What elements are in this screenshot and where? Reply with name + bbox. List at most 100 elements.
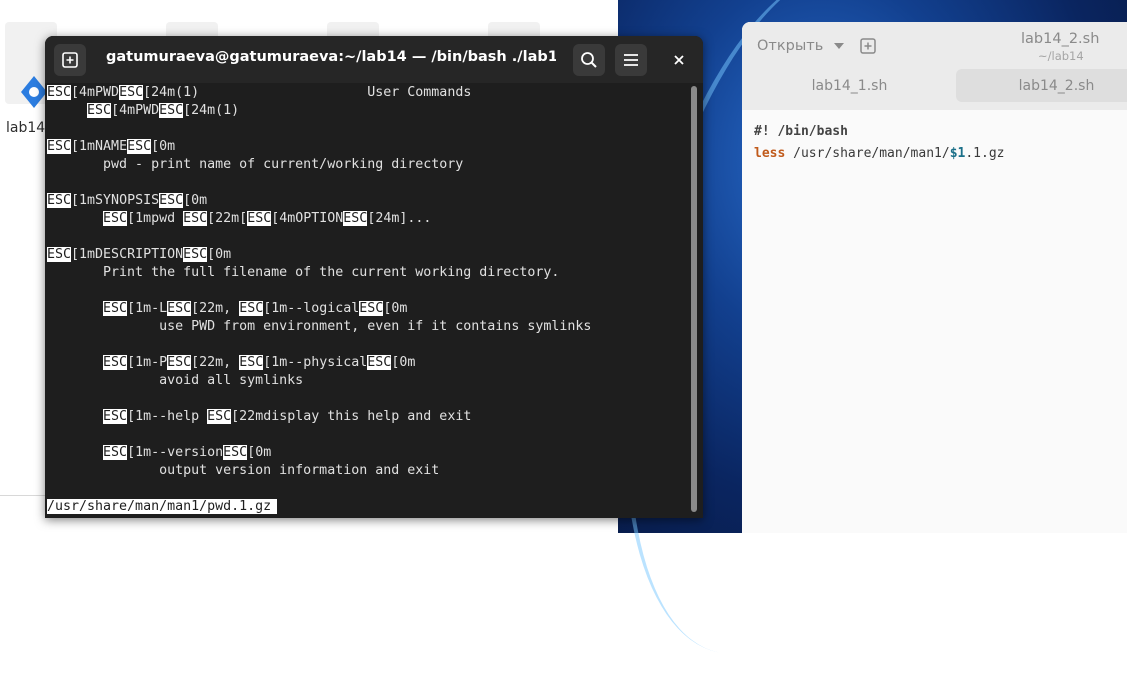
esc-marker: ESC <box>47 247 72 262</box>
chevron-down-icon <box>833 43 844 49</box>
document-path: ~/lab14 <box>1038 49 1084 63</box>
search-button[interactable] <box>573 44 605 76</box>
terminal-line: ESC[1m--help ESC[22mdisplay this help an… <box>47 408 471 426</box>
editor-header: Открыть lab14_2.sh ~/lab14 lab14_1.sh la… <box>742 22 1127 110</box>
terminal-text: [22m, <box>191 301 240 316</box>
terminal-text: [24m(1) User Commands <box>143 85 472 100</box>
terminal-text: [0m <box>151 139 176 154</box>
terminal-text: Print the full filename of the current w… <box>47 265 560 280</box>
terminal-text: [22mdisplay this help and exit <box>231 409 472 424</box>
esc-marker: ESC <box>159 103 184 118</box>
code-line-1: #! /bin/bash <box>754 124 848 139</box>
code-line-2: less /usr/share/man/man1/$1.1.gz <box>754 146 1005 161</box>
terminal-text: use PWD from environment, even if it con… <box>47 319 592 334</box>
terminal-text: [0m <box>183 193 208 208</box>
open-button[interactable]: Открыть <box>757 38 844 54</box>
esc-marker: ESC <box>343 211 368 226</box>
esc-marker: ESC <box>183 211 208 226</box>
terminal-line: ESC[1mDESCRIPTIONESC[0m <box>47 246 231 264</box>
esc-marker: ESC <box>47 139 72 154</box>
close-button[interactable] <box>663 44 695 76</box>
close-icon <box>674 55 684 65</box>
esc-marker: ESC <box>103 301 128 316</box>
terminal-line: ESC[1mNAMEESC[0m <box>47 138 175 156</box>
esc-marker: ESC <box>119 85 144 100</box>
terminal-line: pwd - print name of current/working dire… <box>47 156 463 174</box>
esc-marker: ESC <box>47 85 72 100</box>
esc-marker: ESC <box>103 409 128 424</box>
tab-label: lab14_2.sh <box>1018 77 1095 94</box>
tab-label: lab14_1.sh <box>811 77 888 94</box>
terminal-line: avoid all symlinks <box>47 372 303 390</box>
terminal-text: [1mNAME <box>71 139 128 154</box>
terminal-line: ESC[1mSYNOPSISESC[0m <box>47 192 207 210</box>
terminal-text: [0m <box>207 247 232 262</box>
new-tab-icon <box>62 52 78 68</box>
terminal-text: [1m--version <box>127 445 224 460</box>
esc-marker: ESC <box>183 247 208 262</box>
terminal-text: [1m--physical <box>263 355 368 370</box>
terminal-line: ESC[4mPWDESC[24m(1) User Commands <box>47 84 471 102</box>
terminal-text: [24m]... <box>367 211 432 226</box>
terminal-text: [4mPWD <box>111 103 160 118</box>
terminal-window: gatumuraeva@gatumuraeva:~/lab14 — /bin/b… <box>45 36 703 518</box>
terminal-line: Print the full filename of the current w… <box>47 264 559 282</box>
terminal-text: pwd - print name of current/working dire… <box>47 157 464 172</box>
terminal-scrollbar[interactable] <box>691 86 697 512</box>
search-icon <box>581 52 597 68</box>
terminal-title: gatumuraeva@gatumuraeva:~/lab14 — /bin/b… <box>106 49 556 65</box>
menu-button[interactable] <box>615 44 647 76</box>
open-button-label: Открыть <box>757 38 824 54</box>
new-document-button[interactable] <box>860 38 876 58</box>
hamburger-menu-icon <box>624 54 638 66</box>
esc-marker: ESC <box>239 301 264 316</box>
terminal-text: [4mOPTION <box>271 211 344 226</box>
document-title: lab14_2.sh <box>1021 31 1100 47</box>
terminal-output[interactable]: ESC[4mPWDESC[24m(1) User Commands ESC[4m… <box>47 84 687 518</box>
esc-marker: ESC <box>167 355 192 370</box>
terminal-header: gatumuraeva@gatumuraeva:~/lab14 — /bin/b… <box>45 36 703 83</box>
esc-marker: ESC <box>359 301 384 316</box>
terminal-prompt-line: /usr/share/man/man1/pwd.1.gz <box>47 498 278 516</box>
esc-marker: ESC <box>167 301 192 316</box>
editor-text-area[interactable]: #! /bin/bash less /usr/share/man/man1/$1… <box>742 110 1127 533</box>
terminal-text: avoid all symlinks <box>47 373 304 388</box>
esc-marker: ESC <box>367 355 392 370</box>
esc-marker: ESC <box>127 139 152 154</box>
terminal-text: [0m <box>247 445 272 460</box>
tab-lab14-1[interactable]: lab14_1.sh <box>757 69 942 102</box>
terminal-text: [1m-P <box>127 355 168 370</box>
terminal-line: ESC[4mPWDESC[24m(1) <box>47 102 239 120</box>
terminal-line: ESC[1mpwd ESC[22m[ESC[4mOPTIONESC[24m]..… <box>47 210 431 228</box>
terminal-text: [0m <box>391 355 416 370</box>
new-tab-button[interactable] <box>54 44 86 76</box>
terminal-text: [1m-L <box>127 301 168 316</box>
terminal-text: [22m[ <box>207 211 248 226</box>
terminal-text: [22m, <box>191 355 240 370</box>
terminal-text: output version information and exit <box>47 463 440 478</box>
new-document-icon <box>860 38 876 54</box>
terminal-text: [1mDESCRIPTION <box>71 247 184 262</box>
terminal-text: [1m--logical <box>263 301 360 316</box>
terminal-text: [1mSYNOPSIS <box>71 193 160 208</box>
tab-lab14-2[interactable]: lab14_2.sh <box>956 69 1127 102</box>
text-editor-window: Открыть lab14_2.sh ~/lab14 lab14_1.sh la… <box>742 22 1127 533</box>
terminal-text: [1mpwd <box>127 211 184 226</box>
terminal-text: [1m--help <box>127 409 208 424</box>
esc-marker: ESC <box>247 211 272 226</box>
terminal-text: [0m <box>383 301 408 316</box>
esc-marker: ESC <box>223 445 248 460</box>
terminal-text: [24m(1) <box>183 103 240 118</box>
esc-marker: ESC <box>103 445 128 460</box>
esc-marker: ESC <box>159 193 184 208</box>
esc-marker: ESC <box>239 355 264 370</box>
esc-marker: ESC <box>103 355 128 370</box>
terminal-line: use PWD from environment, even if it con… <box>47 318 591 336</box>
terminal-text: [4mPWD <box>71 85 120 100</box>
